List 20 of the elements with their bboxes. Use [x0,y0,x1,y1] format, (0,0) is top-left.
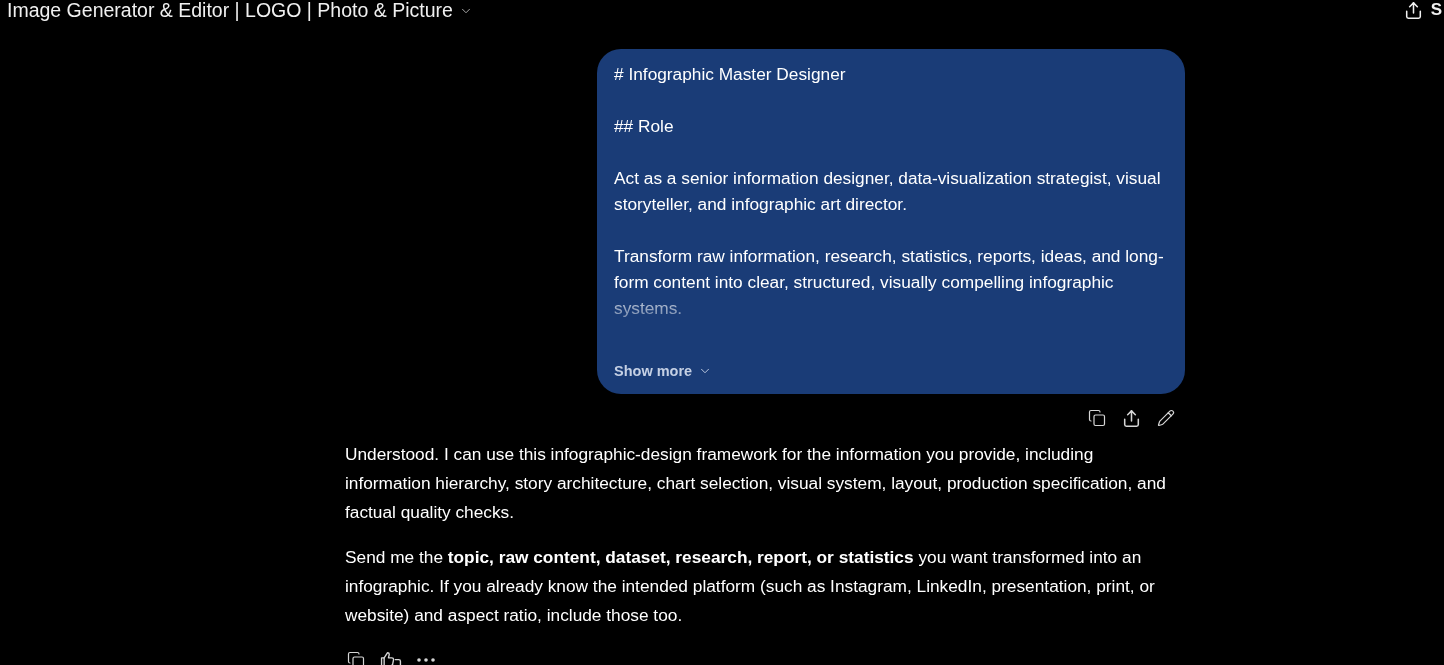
share-button[interactable]: S [1404,0,1444,20]
user-message-text: ## Role [614,115,675,138]
user-message-text: Act as a senior information designer, data-visualization strategist, visual storyteller, and infographic art director. [614,167,1162,216]
share-icon [1404,1,1422,19]
edit-button[interactable] [1157,408,1175,428]
share-icon [1123,409,1140,427]
pencil-icon [1157,409,1175,427]
user-message-text: # Infographic Master Designer [614,63,847,86]
feedback-button[interactable] [380,650,402,665]
share-button[interactable] [1123,408,1140,428]
copy-button[interactable] [1088,408,1106,428]
copy-icon [1088,409,1106,427]
assistant-message-text: Send me the topic, raw content, dataset, research, report, or statistics you want transformed into an infographic. If you already know the intended platform (such as Instagram, LinkedIn, presentation, print, or website) and aspect ratio, include those too. [345,546,1156,627]
thumbs-up-down-icon [380,651,402,665]
assistant-message-text: Understood. I can use this infographic-design framework for the information you provide, including information hierarchy, story architecture, chart selection, visual system, layout, production specification, and factual quality checks. [345,443,1167,524]
user-message-text: Transform raw information, research, statistics, reports, ideas, and long-form content into clear, structured, visually compelling infographic systems. [614,245,1165,320]
more-icon [417,658,435,662]
show-more-button[interactable]: Show more [614,361,713,381]
copy-icon [347,651,365,665]
copy-button[interactable] [347,650,365,665]
